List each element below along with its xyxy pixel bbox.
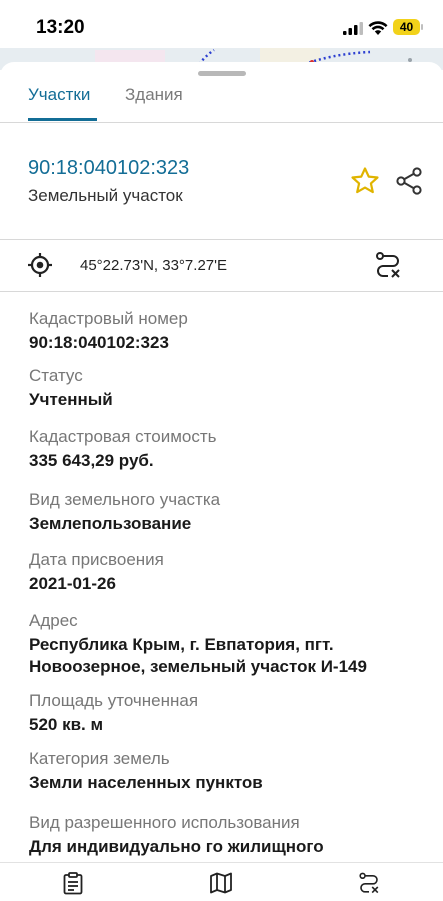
field-label: Вид разрешенного использования (29, 813, 300, 832)
field-value: Учтенный (29, 390, 113, 409)
field-value: 520 кв. м (29, 715, 104, 734)
field-label: Площадь уточненная (29, 691, 199, 710)
bottom-toolbar (0, 862, 443, 901)
tab-bar: Участки Здания (0, 82, 443, 122)
parcel-type: Земельный участок (28, 186, 183, 205)
share-icon[interactable] (394, 166, 424, 196)
field-value: 2021-01-26 (29, 574, 116, 593)
field-label: Кадастровая стоимость (29, 427, 217, 446)
field-value: Республика Крым, г. Евпатория, пгт. (29, 635, 334, 654)
field-permitted-use: Вид разрешенного использования Для индив… (29, 812, 429, 858)
tab-buildings[interactable]: Здания (125, 85, 183, 105)
route-clear-icon[interactable] (373, 250, 403, 280)
field-parcel-kind: Вид земельного участка Землепользование (29, 489, 429, 535)
field-value: Новоозерное, земельный участок И-149 (29, 657, 367, 676)
field-label: Дата присвоения (29, 550, 164, 569)
field-label: Категория земель (29, 749, 170, 768)
cellular-signal-icon (343, 22, 363, 35)
field-value: 335 643,29 руб. (29, 451, 154, 470)
battery-indicator: 40 (393, 19, 420, 35)
field-label: Кадастровый номер (29, 309, 188, 328)
battery-cap (421, 24, 423, 30)
coordinates-text: 45°22.73'N, 33°7.27'E (80, 257, 227, 274)
field-value: Земли населенных пунктов (29, 773, 263, 792)
field-cadastral-value: Кадастровая стоимость 335 643,29 руб. (29, 426, 429, 472)
field-area: Площадь уточненная 520 кв. м (29, 690, 429, 736)
route-clear-icon[interactable] (357, 871, 381, 895)
field-value: 90:18:040102:323 (29, 333, 169, 352)
field-land-category: Категория земель Земли населенных пункто… (29, 748, 429, 794)
tab-parcels[interactable]: Участки (28, 85, 90, 105)
field-value: Для индивидуально го жилищного (29, 837, 324, 856)
divider (0, 291, 443, 292)
locate-icon[interactable] (27, 252, 53, 278)
coordinates-row: 45°22.73'N, 33°7.27'E (0, 240, 443, 290)
map-icon[interactable] (209, 871, 233, 895)
active-tab-indicator (28, 118, 97, 121)
field-assignment-date: Дата присвоения 2021-01-26 (29, 549, 429, 595)
field-value: Землепользование (29, 514, 192, 533)
wifi-icon (368, 21, 388, 35)
divider (0, 122, 443, 123)
field-label: Вид земельного участка (29, 490, 221, 509)
cadastral-number-link[interactable]: 90:18:040102:323 (28, 157, 189, 180)
field-status: Статус Учтенный (29, 365, 429, 411)
field-label: Адрес (29, 611, 78, 630)
status-time: 13:20 (36, 17, 85, 38)
star-icon[interactable] (350, 166, 380, 196)
field-address: Адрес Республика Крым, г. Евпатория, пгт… (29, 610, 429, 678)
clipboard-icon[interactable] (61, 871, 85, 895)
sheet-grabber[interactable] (198, 71, 246, 76)
field-cadastral-number: Кадастровый номер 90:18:040102:323 (29, 308, 429, 354)
field-label: Статус (29, 366, 83, 385)
